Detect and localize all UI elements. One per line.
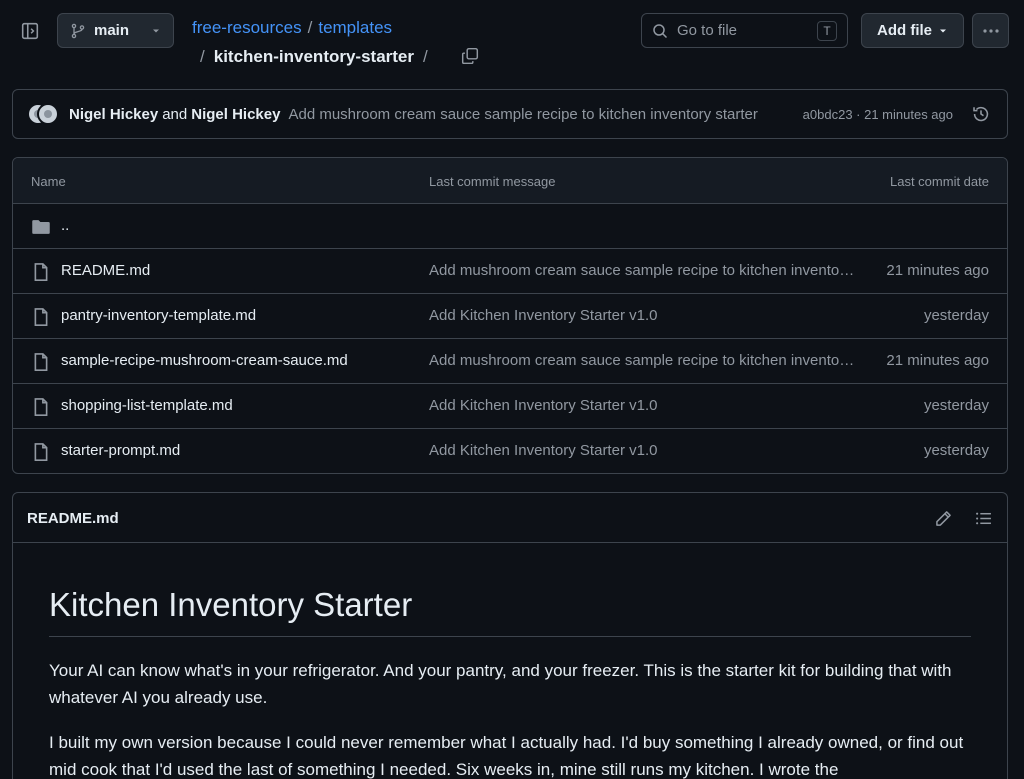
- file-commit-message-link[interactable]: Add Kitchen Inventory Starter v1.0: [429, 397, 859, 414]
- breadcrumb-separator: /: [200, 47, 205, 66]
- commit-coauthor-link[interactable]: Nigel Hickey: [191, 106, 280, 123]
- breadcrumb-separator: /: [307, 18, 313, 37]
- sidebar-toggle-icon: [21, 22, 39, 40]
- table-row[interactable]: starter-prompt.md Add Kitchen Inventory …: [13, 429, 1007, 473]
- git-branch-icon: [71, 23, 85, 38]
- file-icon: [34, 308, 48, 326]
- list-icon: [975, 512, 991, 524]
- file-commit-date: yesterday: [923, 307, 989, 324]
- file-commit-message-link[interactable]: Add mushroom cream sauce sample recipe t…: [429, 352, 859, 369]
- file-commit-message-link[interactable]: Add mushroom cream sauce sample recipe t…: [429, 262, 859, 279]
- more-options-button[interactable]: [972, 13, 1009, 48]
- readme-paragraph: I built my own version because I could n…: [49, 733, 964, 779]
- history-icon: [973, 106, 989, 122]
- file-icon: [34, 398, 48, 416]
- keyboard-shortcut-badge: T: [817, 20, 837, 41]
- branch-name: main: [94, 22, 130, 39]
- file-name-link[interactable]: pantry-inventory-template.md: [61, 307, 256, 324]
- breadcrumb: free-resources / templates: [192, 16, 392, 40]
- copy-icon: [461, 47, 479, 65]
- column-header-date: Last commit date: [890, 174, 989, 189]
- readme-filename[interactable]: README.md: [27, 510, 119, 527]
- pencil-icon: [935, 510, 951, 526]
- add-file-button[interactable]: Add file: [861, 13, 964, 48]
- branch-selector-button[interactable]: main: [57, 13, 174, 48]
- readme-panel: README.md Kitchen Inventory Starter Your…: [12, 492, 1008, 779]
- search-icon: [653, 23, 668, 38]
- folder-icon: [32, 220, 50, 234]
- chevron-down-icon: [940, 29, 946, 32]
- commit-author-link[interactable]: Nigel Hickey: [69, 106, 158, 123]
- file-icon: [34, 263, 48, 281]
- readme-outline-button[interactable]: [972, 507, 994, 529]
- column-header-message: Last commit message: [429, 174, 556, 189]
- kebab-horizontal-icon: [982, 28, 999, 33]
- file-table-header: Name Last commit message Last commit dat…: [13, 158, 1007, 204]
- breadcrumb-folder-link[interactable]: templates: [318, 18, 392, 37]
- chevron-down-icon: [153, 29, 159, 32]
- repo-header: main free-resources / templates / kitchen-…: [0, 0, 1024, 70]
- file-name-link[interactable]: sample-recipe-mushroom-cream-sauce.md: [61, 352, 348, 369]
- table-row[interactable]: pantry-inventory-template.md Add Kitchen…: [13, 294, 1007, 339]
- table-row[interactable]: sample-recipe-mushroom-cream-sauce.md Ad…: [13, 339, 1007, 384]
- table-row[interactable]: README.md Add mushroom cream sauce sampl…: [13, 249, 1007, 294]
- add-file-label: Add file: [877, 22, 932, 39]
- file-commit-date: yesterday: [923, 397, 989, 414]
- copy-path-button[interactable]: [459, 45, 481, 67]
- readme-header: README.md: [13, 493, 1007, 543]
- avatar-group[interactable]: [27, 103, 61, 125]
- sidebar-toggle-button[interactable]: [18, 19, 42, 43]
- go-to-file-input[interactable]: Go to file T: [641, 13, 848, 48]
- file-icon: [34, 353, 48, 371]
- readme-heading: Kitchen Inventory Starter: [49, 583, 971, 637]
- breadcrumb-root-link[interactable]: free-resources: [192, 18, 302, 37]
- commit-message-link[interactable]: Add mushroom cream sauce sample recipe t…: [288, 106, 757, 123]
- parent-directory-link[interactable]: ..: [61, 217, 69, 234]
- latest-commit-bar: Nigel Hickey and Nigel Hickey Add mushro…: [12, 89, 1008, 139]
- file-icon: [34, 443, 48, 461]
- commit-history-button[interactable]: [969, 102, 993, 126]
- go-to-file-placeholder: Go to file: [677, 22, 738, 39]
- breadcrumb-current: kitchen-inventory-starter: [213, 47, 415, 66]
- file-table: Name Last commit message Last commit dat…: [12, 157, 1008, 474]
- file-commit-message-link[interactable]: Add Kitchen Inventory Starter v1.0: [429, 442, 859, 459]
- table-row[interactable]: shopping-list-template.md Add Kitchen In…: [13, 384, 1007, 429]
- avatar: [37, 103, 59, 125]
- commit-author-conjunction: and: [162, 105, 188, 123]
- edit-readme-button[interactable]: [932, 507, 954, 529]
- readme-paragraph: Your AI can know what's in your refriger…: [49, 661, 952, 707]
- file-commit-date: 21 minutes ago: [886, 262, 989, 279]
- commit-meta[interactable]: a0bdc23 · 21 minutes ago: [803, 107, 953, 122]
- file-name-link[interactable]: starter-prompt.md: [61, 442, 180, 459]
- readme-content: Kitchen Inventory Starter Your AI can kn…: [13, 543, 1007, 779]
- file-commit-date: yesterday: [923, 442, 989, 459]
- file-commit-message-link[interactable]: Add Kitchen Inventory Starter v1.0: [429, 307, 859, 324]
- column-header-name: Name: [31, 174, 66, 189]
- file-name-link[interactable]: shopping-list-template.md: [61, 397, 233, 414]
- parent-directory-row[interactable]: ..: [13, 204, 1007, 249]
- file-name-link[interactable]: README.md: [61, 262, 150, 279]
- breadcrumb-separator: /: [423, 47, 428, 66]
- breadcrumb-current-line: / kitchen-inventory-starter /: [200, 45, 428, 69]
- file-commit-date: 21 minutes ago: [886, 352, 989, 369]
